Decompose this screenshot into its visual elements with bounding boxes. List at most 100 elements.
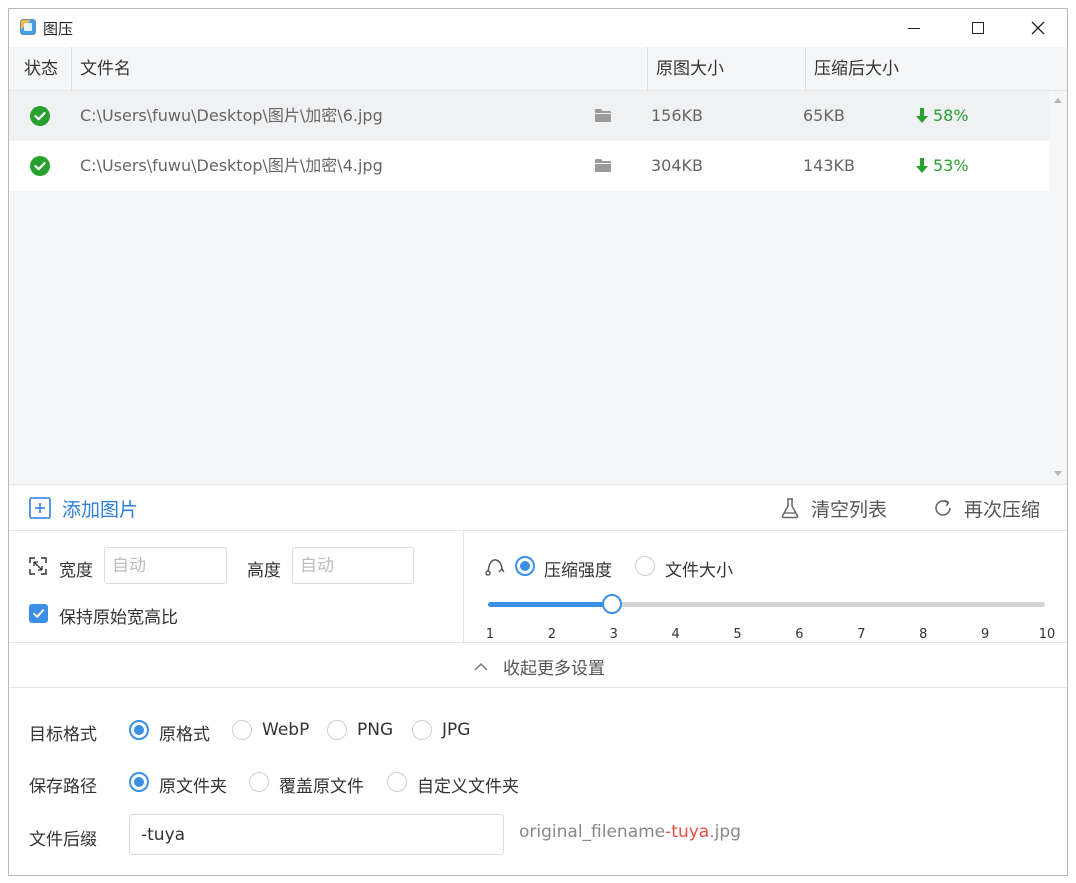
format-png-radio[interactable]	[327, 720, 347, 740]
file-suffix-input[interactable]	[129, 814, 504, 855]
original-size: 304KB	[651, 156, 704, 175]
table-row[interactable]: C:\Users\fuwu\Desktop\图片\加密\6.jpg 156KB …	[9, 91, 1049, 141]
format-original-radio[interactable]	[129, 720, 149, 740]
slider-tick-label: 8	[919, 627, 928, 642]
mode-strength-label[interactable]: 压缩强度	[544, 556, 612, 581]
path-overwrite-radio[interactable]	[249, 772, 269, 792]
slider-tick-label: 10	[1038, 627, 1056, 642]
format-webp-label[interactable]: WebP	[262, 720, 309, 740]
keep-ratio-label[interactable]: 保持原始宽高比	[59, 603, 178, 628]
header-filename[interactable]: 文件名	[80, 47, 131, 91]
original-size: 156KB	[651, 106, 704, 125]
path-custom-folder-radio[interactable]	[387, 772, 407, 792]
window-title: 图压	[43, 20, 74, 38]
height-label: 高度	[247, 561, 281, 581]
slider-tick-label: 1	[485, 627, 495, 642]
minimize-icon	[908, 27, 920, 29]
file-suffix-label: 文件后缀	[29, 830, 97, 850]
open-folder-icon[interactable]	[595, 158, 611, 172]
vertical-scrollbar[interactable]	[1049, 91, 1067, 484]
add-square-icon	[29, 497, 51, 519]
preview-ext: .jpg	[709, 822, 741, 842]
header-status[interactable]: 状态	[24, 47, 58, 91]
preview-prefix: original_filename	[519, 822, 666, 842]
header-compressed-size[interactable]: 压缩后大小	[814, 47, 899, 91]
header-original-size[interactable]: 原图大小	[656, 47, 724, 91]
maximize-icon	[972, 22, 984, 34]
recompress-label: 再次压缩	[964, 498, 1041, 521]
open-folder-icon[interactable]	[595, 108, 611, 122]
add-images-label: 添加图片	[62, 498, 139, 521]
slider-thumb[interactable]	[601, 594, 622, 614]
column-divider[interactable]	[71, 47, 72, 91]
table-header: 状态 文件名 原图大小 压缩后大小	[9, 47, 1067, 91]
settings-divider	[463, 531, 464, 643]
resize-icon	[29, 557, 47, 575]
scroll-down-arrow-icon[interactable]	[1054, 471, 1062, 476]
slider-tick-label: 6	[795, 627, 804, 642]
clear-list-label: 清空列表	[811, 498, 888, 521]
compressed-size: 143KB	[803, 156, 856, 175]
save-path-label: 保存路径	[29, 777, 97, 797]
file-list: C:\Users\fuwu\Desktop\图片\加密\6.jpg 156KB …	[9, 91, 1049, 484]
arrow-down-icon	[916, 158, 928, 173]
mode-size-label[interactable]: 文件大小	[665, 556, 733, 581]
app-logo-icon	[20, 19, 36, 35]
filename-preview: original_filename-tuya.jpg	[519, 822, 741, 842]
format-original-label[interactable]: 原格式	[159, 720, 210, 745]
chevron-up-icon	[474, 662, 488, 671]
reduction-percent: 53%	[933, 156, 969, 175]
slider-tick-label: 4	[671, 627, 680, 642]
checkmark-icon	[33, 609, 44, 618]
file-path: C:\Users\fuwu\Desktop\图片\加密\4.jpg	[80, 156, 383, 175]
mode-strength-radio[interactable]	[515, 556, 535, 576]
table-row[interactable]: C:\Users\fuwu\Desktop\图片\加密\4.jpg 304KB …	[9, 141, 1049, 191]
success-check-icon	[30, 106, 50, 126]
success-check-icon	[30, 156, 50, 176]
recompress-button[interactable]: 再次压缩	[932, 493, 1040, 523]
add-images-button[interactable]: 添加图片	[29, 493, 138, 523]
format-webp-radio[interactable]	[232, 720, 252, 740]
maximize-button[interactable]	[955, 9, 1001, 47]
mode-size-radio[interactable]	[635, 556, 655, 576]
clear-list-button[interactable]: 清空列表	[779, 493, 887, 523]
column-divider[interactable]	[805, 47, 806, 91]
path-original-folder-label[interactable]: 原文件夹	[159, 772, 227, 797]
collapse-label: 收起更多设置	[503, 659, 605, 679]
collapse-more-settings[interactable]: 收起更多设置	[9, 643, 1067, 688]
slider-tick-label: 2	[547, 627, 557, 642]
target-format-label: 目标格式	[29, 725, 97, 745]
path-original-folder-radio[interactable]	[129, 772, 149, 792]
slider-tick-label: 9	[980, 627, 990, 642]
app-window: 图压 状态 文件名 原图大小 压缩后大小 C:\Users\fuwu\Deskt…	[8, 8, 1068, 876]
path-custom-folder-label[interactable]: 自定义文件夹	[417, 772, 519, 797]
more-settings: 目标格式 原格式 WebP PNG JPG 保存路径 原文件夹 覆盖原文件 自定…	[9, 688, 1067, 875]
slider-fill	[488, 602, 612, 607]
compressed-size: 65KB	[803, 106, 845, 125]
format-jpg-radio[interactable]	[412, 720, 432, 740]
preview-suffix: -tuya	[665, 822, 710, 842]
reduction-percent: 58%	[933, 106, 969, 125]
column-divider[interactable]	[647, 47, 648, 91]
scroll-up-arrow-icon[interactable]	[1054, 98, 1062, 103]
minimize-button[interactable]	[891, 9, 937, 47]
close-icon	[1031, 21, 1045, 35]
height-input[interactable]	[292, 547, 414, 584]
collapse-toggle[interactable]: 收起更多设置	[473, 654, 605, 679]
compression-settings: 宽度 高度 保持原始宽高比 压缩强度 文件大小 1 2 3 4 5 6 7 8 9 10	[9, 531, 1067, 643]
file-path: C:\Users\fuwu\Desktop\图片\加密\6.jpg	[80, 106, 383, 125]
strength-slider[interactable]	[488, 602, 1045, 607]
slider-tick-label: 3	[609, 627, 618, 642]
close-button[interactable]	[1015, 9, 1061, 47]
action-bar: 添加图片 清空列表 再次压缩	[9, 484, 1067, 531]
width-label: 宽度	[59, 561, 93, 581]
width-input[interactable]	[104, 547, 227, 584]
slider-tick-label: 7	[857, 627, 866, 642]
slider-tick-label: 5	[733, 627, 742, 642]
keep-ratio-checkbox[interactable]	[29, 604, 48, 623]
title-bar: 图压	[9, 9, 1067, 47]
format-png-label[interactable]: PNG	[357, 720, 393, 740]
path-overwrite-label[interactable]: 覆盖原文件	[279, 772, 364, 797]
flask-icon	[781, 498, 799, 519]
format-jpg-label[interactable]: JPG	[442, 720, 470, 740]
